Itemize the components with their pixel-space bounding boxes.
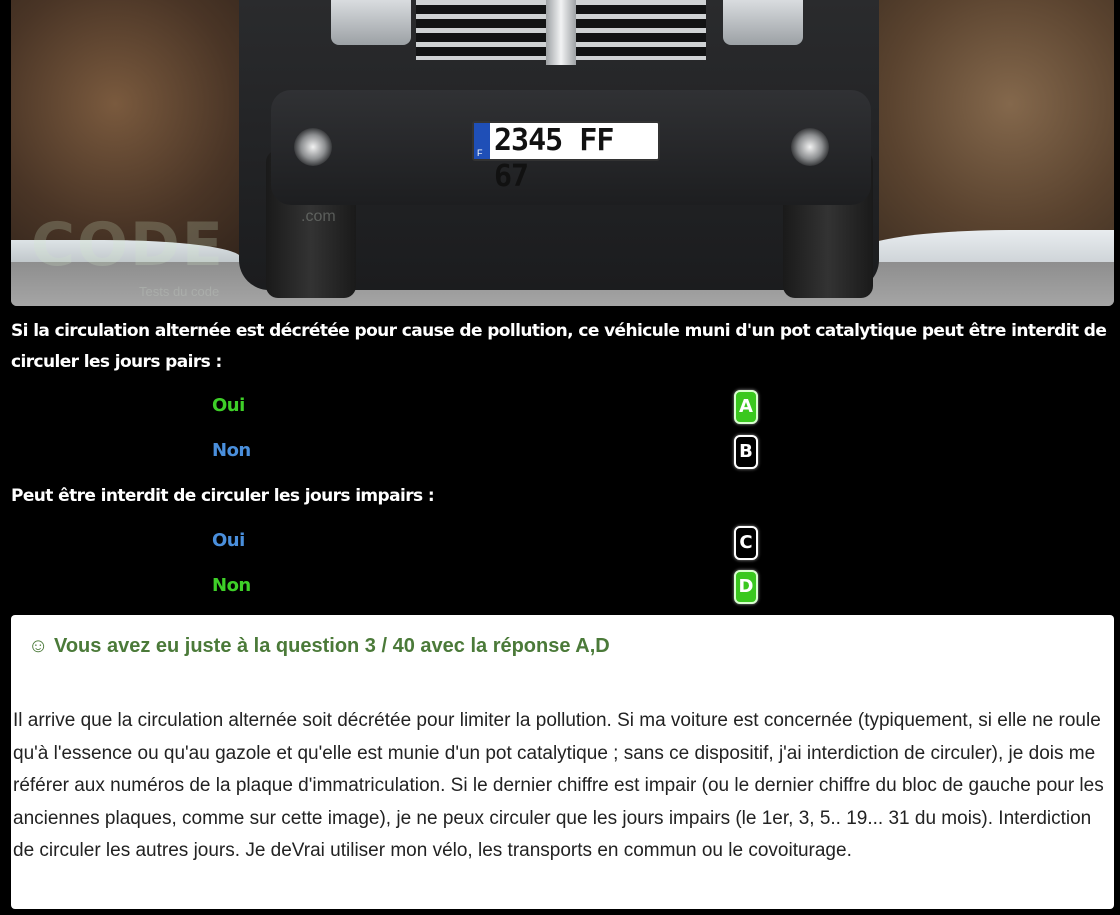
answer-c-label[interactable]: Oui (212, 530, 245, 551)
question-photo: F 2345 FF 67 CODE .com Tests du code (11, 0, 1114, 306)
result-panel: ☺ Vous avez eu juste à la question 3 / 4… (11, 615, 1114, 909)
question-1-text: Si la circulation alternée est décrétée … (11, 321, 1107, 372)
photo-fog-lamp-left (294, 128, 332, 166)
answer-b-button[interactable]: B (734, 435, 758, 469)
answer-a-button[interactable]: A (734, 390, 758, 424)
answer-a-label[interactable]: Oui (212, 395, 245, 416)
result-explanation: Il arrive que la circulation alternée so… (13, 710, 1104, 862)
photo-grille-bar (546, 0, 576, 65)
answer-c-button[interactable]: C (734, 526, 758, 560)
result-title: ☺ Vous avez eu juste à la question 3 / 4… (28, 635, 610, 657)
photo-headlamp-right (723, 0, 803, 45)
watermark-logo: CODE (31, 210, 225, 280)
watermark-subtitle: Tests du code (139, 284, 220, 299)
photo-trees-right (854, 0, 1114, 260)
license-plate: F 2345 FF 67 (472, 121, 660, 194)
plate-eu-band: F (474, 123, 490, 159)
question-2-text: Peut être interdit de circuler les jours… (11, 486, 435, 506)
answer-d-label[interactable]: Non (212, 575, 251, 596)
answer-b-label[interactable]: Non (212, 440, 251, 461)
answer-d-button[interactable]: D (734, 570, 758, 604)
watermark-suffix: .com (301, 208, 336, 225)
photo-fog-lamp-right (791, 128, 829, 166)
photo-headlamp-left (331, 0, 411, 45)
plate-eu-letter: F (477, 148, 483, 158)
license-plate-number: 2345 FF 67 (494, 123, 614, 194)
